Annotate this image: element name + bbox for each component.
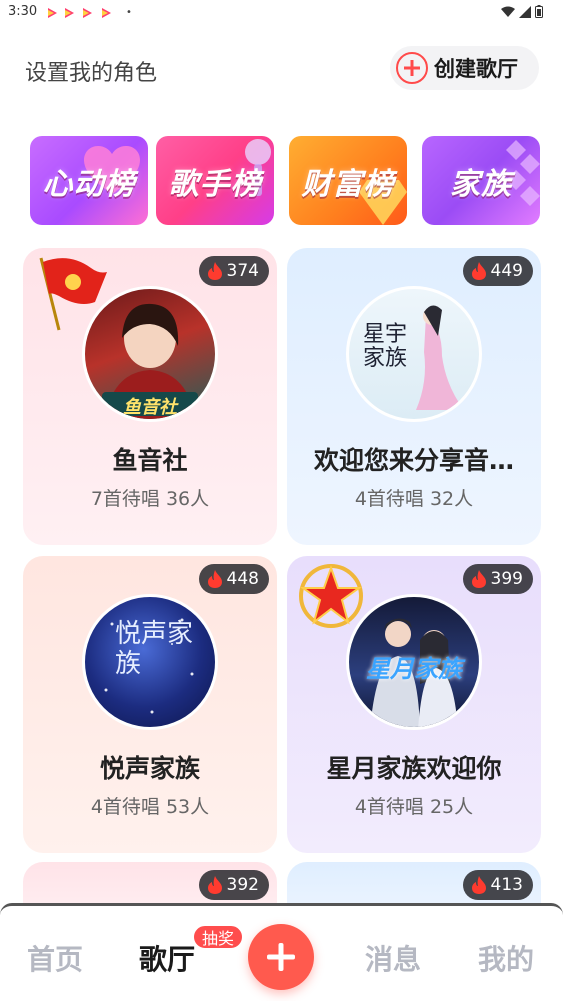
nav-mine[interactable]: 我的: [478, 938, 534, 978]
banner-label: 心动榜: [42, 166, 136, 202]
room-card[interactable]: 399 星月家族 星月家族欢迎你 4首待唱 25人: [287, 556, 541, 853]
flame-icon: [471, 570, 486, 588]
heat-badge: 374: [198, 256, 269, 286]
flag-badge-icon: [39, 257, 107, 331]
status-time: 3:30: [8, 4, 38, 19]
banner-label: 歌手榜: [168, 166, 262, 202]
banner-label: 家族: [450, 166, 512, 202]
battery-icon: [535, 5, 543, 18]
app-notification-icon: [48, 8, 57, 18]
bottom-nav: 首页 歌厅 抽奖 消息 我的: [0, 903, 563, 1001]
create-ktv-button[interactable]: 创建歌厅: [390, 46, 539, 90]
nav-messages[interactable]: 消息: [365, 938, 421, 978]
room-avatar: 星宇家族: [346, 286, 482, 422]
room-title: 鱼音社: [112, 446, 188, 475]
avatar-text: 星宇家族: [363, 322, 408, 371]
lottery-badge[interactable]: 抽奖: [192, 924, 245, 950]
room-meta: 4首待唱 25人: [354, 796, 474, 818]
room-title: 星月家族欢迎你: [326, 754, 502, 783]
banner-heart-rank[interactable]: 心动榜: [30, 136, 148, 225]
room-meta: 4首待唱 32人: [354, 488, 474, 510]
avatar-text: 星月家族: [366, 655, 462, 683]
flame-icon: [471, 876, 486, 894]
signal-icon: [519, 5, 531, 18]
status-bar: 3:30 •: [0, 0, 563, 26]
room-meta: 7首待唱 36人: [90, 488, 210, 510]
plus-circle-icon: [396, 52, 428, 84]
avatar-text: 鱼音社: [123, 397, 177, 418]
heat-badge: 399: [462, 564, 533, 594]
nav-add-button[interactable]: [248, 924, 314, 990]
flame-icon: [207, 876, 222, 894]
heat-count: 392: [226, 875, 259, 895]
heat-count: 448: [226, 569, 259, 589]
flame-icon: [471, 262, 486, 280]
heat-count: 413: [490, 875, 523, 895]
heat-badge: 392: [198, 870, 269, 900]
heat-badge: 413: [462, 870, 533, 900]
star-badge-icon: [299, 564, 363, 628]
heat-badge: 448: [198, 564, 269, 594]
room-title: 悦声家族: [99, 754, 200, 783]
room-card[interactable]: 448 悦声家族 悦声家族 4首待唱 53人: [23, 556, 277, 853]
banner-label: 财富榜: [301, 166, 395, 202]
banner-wealth-rank[interactable]: 财富榜: [289, 136, 407, 225]
heat-count: 399: [490, 569, 523, 589]
flame-icon: [207, 262, 222, 280]
app-notification-icon: [83, 8, 92, 18]
room-avatar: 悦声家族: [82, 594, 218, 730]
room-card[interactable]: 374 鱼音社 鱼音社 7首待唱 36人: [23, 248, 277, 545]
room-card[interactable]: 449 星宇家族 欢迎您来分享音… 4首待唱 32人: [287, 248, 541, 545]
room-meta: 4首待唱 53人: [90, 796, 210, 818]
room-avatar: 星月家族: [346, 594, 482, 730]
nav-home[interactable]: 首页: [27, 938, 83, 978]
create-ktv-label: 创建歌厅: [434, 57, 518, 81]
set-role-link[interactable]: 设置我的角色: [25, 55, 157, 87]
heat-count: 374: [226, 261, 259, 281]
room-title: 欢迎您来分享音…: [313, 446, 514, 475]
flame-icon: [207, 570, 222, 588]
app-notification-icon: [102, 8, 111, 18]
status-icons: [501, 5, 543, 18]
banner-family[interactable]: 家族: [422, 136, 540, 225]
heat-badge: 449: [462, 256, 533, 286]
wifi-icon: [501, 6, 515, 17]
app-notification-icon: [65, 8, 74, 18]
avatar-text: 悦声家族: [115, 619, 194, 679]
nav-ktv[interactable]: 歌厅: [139, 938, 195, 978]
status-more-dot: •: [126, 7, 132, 18]
heat-count: 449: [490, 261, 523, 281]
banner-singer-rank[interactable]: 歌手榜: [156, 136, 274, 225]
